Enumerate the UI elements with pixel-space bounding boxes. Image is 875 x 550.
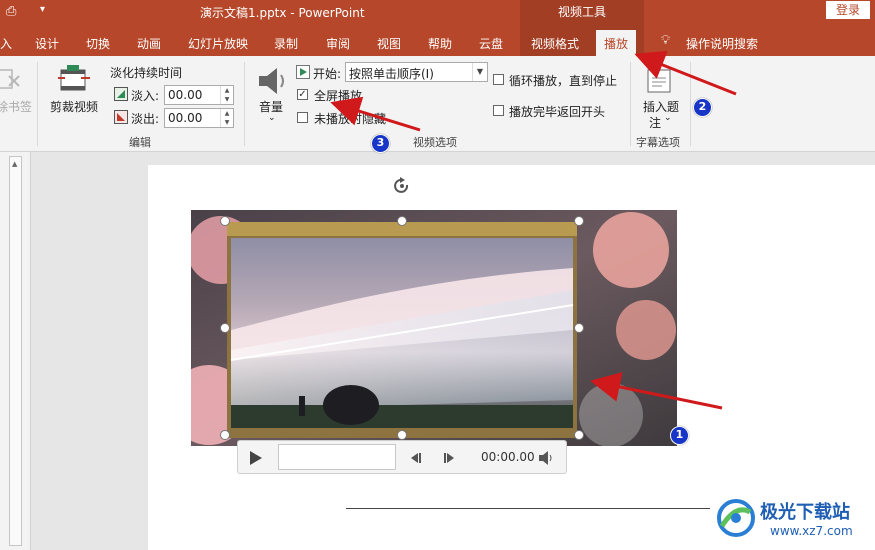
progress-bar[interactable] xyxy=(278,444,396,470)
resize-handle-bl[interactable] xyxy=(220,430,230,440)
resize-handle-tr[interactable] xyxy=(574,216,584,226)
fade-out-icon xyxy=(114,110,128,124)
tab-insert[interactable]: 入 xyxy=(0,35,12,52)
media-player-bar: 00:00.00 xyxy=(237,440,567,474)
resize-handle-br[interactable] xyxy=(574,430,584,440)
fade-in-stepper[interactable]: 00.00 ▲ ▼ xyxy=(164,85,234,105)
video-tools-context-label: 视频工具 xyxy=(520,0,644,26)
hide-not-playing-checkbox[interactable] xyxy=(297,112,308,123)
step-forward-icon[interactable] xyxy=(443,452,455,464)
chevron-down-icon[interactable]: ▼ xyxy=(472,63,487,81)
ribbon-playback: 除书签 剪裁视频 淡化持续时间 淡入: 00.00 ▲ ▼ 淡出: 00.00 ▲… xyxy=(0,56,875,152)
customize-quick-access-icon[interactable]: ▾ xyxy=(40,4,45,15)
video-frame-image xyxy=(191,210,677,446)
login-button[interactable]: 登录 xyxy=(826,1,870,19)
step-badge-2: 2 xyxy=(693,98,712,117)
fade-duration-label: 淡化持续时间 xyxy=(110,66,183,80)
stepper-arrows-icon[interactable]: ▲ ▼ xyxy=(220,109,233,127)
resize-handle-bm[interactable] xyxy=(397,430,407,440)
tab-animations[interactable]: 动画 xyxy=(137,35,161,52)
print-preview-icon[interactable]: ⎙ xyxy=(6,4,16,19)
trim-video-button[interactable]: 剪裁视频 xyxy=(50,98,98,115)
resize-handle-tm[interactable] xyxy=(397,216,407,226)
loop-label[interactable]: 循环播放，直到停止 xyxy=(509,72,617,89)
tab-design[interactable]: 设计 xyxy=(35,35,59,52)
watermark-url: www.xz7.com xyxy=(770,524,853,538)
caption-dropdown-icon[interactable]: ⌄ xyxy=(664,113,672,123)
group-label-caption-options: 字幕选项 xyxy=(636,136,680,149)
insert-caption-icon xyxy=(647,64,671,93)
fade-in-icon xyxy=(114,87,128,101)
group-label-video-options: 视频选项 xyxy=(413,136,457,149)
fade-out-label: 淡出: xyxy=(131,112,160,126)
ribbon-tabs: 入 设计 切换 动画 幻灯片放映 录制 审阅 视图 帮助 云盘 视频格式 播放 … xyxy=(0,26,875,56)
volume-speaker-icon[interactable] xyxy=(538,450,556,466)
hide-not-playing-label[interactable]: 未播放时隐藏 xyxy=(314,110,386,127)
tell-me-search[interactable]: 操作说明搜索 xyxy=(686,35,758,52)
resize-handle-tl[interactable] xyxy=(220,216,230,226)
thumbnail-pane: ▲ xyxy=(0,152,31,550)
video-object[interactable] xyxy=(191,210,677,446)
start-select[interactable]: 按照单击顺序(I) ▼ xyxy=(345,62,488,82)
tab-playback[interactable]: 播放 xyxy=(596,30,637,56)
remove-bookmark-icon xyxy=(0,69,20,89)
watermark-name: 极光下载站 xyxy=(760,502,850,523)
tab-record[interactable]: 录制 xyxy=(274,35,298,52)
playback-time: 00:00.00 xyxy=(481,450,535,464)
fade-out-stepper[interactable]: 00.00 ▲ ▼ xyxy=(164,108,234,128)
lightbulb-icon: 💡︎ xyxy=(661,33,671,48)
watermark-logo-icon xyxy=(717,499,755,537)
loop-checkbox[interactable] xyxy=(493,74,504,85)
tab-video-format[interactable]: 视频格式 xyxy=(531,35,579,52)
group-label-edit: 编辑 xyxy=(129,136,151,149)
window-title: 演示文稿1.pptx - PowerPoint xyxy=(200,6,365,20)
fade-in-label: 淡入: xyxy=(131,89,160,103)
rewind-label[interactable]: 播放完毕返回开头 xyxy=(509,103,605,120)
insert-caption-button-line2[interactable]: 注 xyxy=(649,114,661,131)
tab-slideshow[interactable]: 幻灯片放映 xyxy=(188,35,248,52)
tab-view[interactable]: 视图 xyxy=(377,35,401,52)
watermark: 极光下载站 www.xz7.com xyxy=(716,496,871,546)
insert-caption-button[interactable]: 插入题 xyxy=(643,98,679,115)
step-badge-3: 3 xyxy=(371,134,390,153)
fullscreen-label[interactable]: 全屏播放 xyxy=(314,87,362,104)
start-icon xyxy=(296,65,310,79)
volume-dropdown-icon[interactable]: ⌄ xyxy=(268,113,276,123)
resize-handle-mr[interactable] xyxy=(574,323,584,333)
scroll-up-icon[interactable]: ▲ xyxy=(12,160,17,168)
text-placeholder-line xyxy=(346,508,710,509)
play-icon[interactable] xyxy=(248,450,264,466)
volume-icon xyxy=(259,68,284,94)
rewind-checkbox[interactable] xyxy=(493,105,504,116)
stepper-arrows-icon[interactable]: ▲ ▼ xyxy=(220,86,233,104)
thumbnail-scrollbar[interactable]: ▲ xyxy=(9,156,22,546)
trim-video-icon xyxy=(58,65,90,91)
tab-review[interactable]: 审阅 xyxy=(326,35,350,52)
resize-handle-ml[interactable] xyxy=(220,323,230,333)
fullscreen-checkbox[interactable]: ✓ xyxy=(297,89,308,100)
start-label: 开始: xyxy=(313,67,342,81)
step-badge-1: 1 xyxy=(670,426,689,445)
step-back-icon[interactable] xyxy=(410,452,422,464)
title-bar: ⎙ ▾ 演示文稿1.pptx - PowerPoint 视频工具 登录 xyxy=(0,0,875,26)
remove-bookmark-button[interactable]: 除书签 xyxy=(0,98,32,115)
tab-help[interactable]: 帮助 xyxy=(428,35,452,52)
tab-transitions[interactable]: 切换 xyxy=(86,35,110,52)
tab-cloud[interactable]: 云盘 xyxy=(479,35,503,52)
